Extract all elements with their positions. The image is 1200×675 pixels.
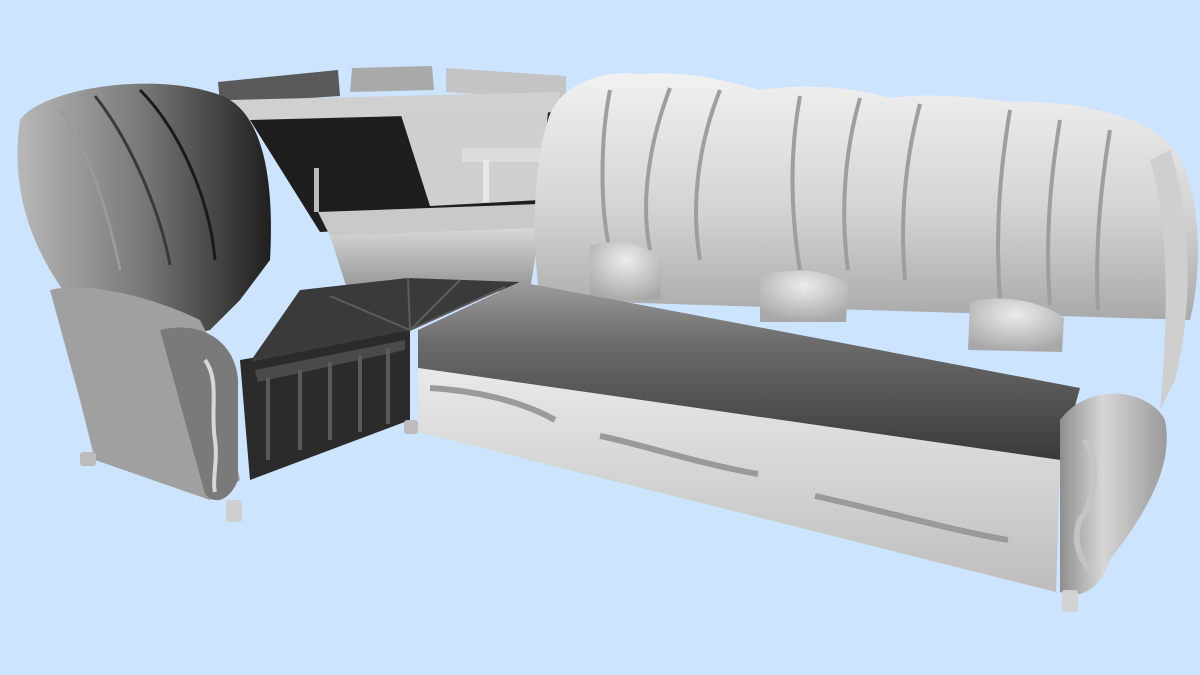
corner-shelf-unit (218, 66, 566, 298)
render-viewport (0, 0, 1200, 675)
sofa-render (17, 66, 1198, 612)
